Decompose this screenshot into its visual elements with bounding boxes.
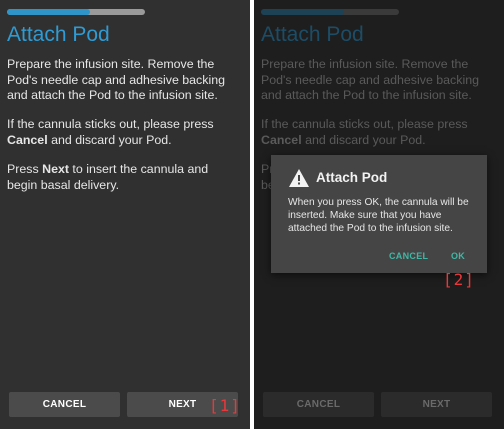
instruction-text: If the cannula sticks out, please press	[261, 117, 468, 131]
progress-bar-fill	[7, 9, 90, 15]
progress-bar	[7, 9, 145, 15]
instruction-text: Press	[7, 162, 43, 176]
dialog-cancel-button[interactable]: CANCEL	[389, 251, 428, 261]
page-title: Attach Pod	[261, 23, 364, 46]
next-button: NEXT	[381, 392, 492, 417]
cancel-button[interactable]: CANCEL	[9, 392, 120, 417]
instruction-bold: Next	[42, 162, 69, 176]
instruction-text: and discard your Pod.	[301, 132, 426, 147]
instruction-paragraph-2: If the cannula sticks out, please press …	[7, 117, 239, 148]
dialog-ok-button[interactable]: OK	[451, 251, 465, 261]
annotation-marker-2: [2]	[443, 270, 475, 289]
dialog-message: When you press OK, the cannula will be i…	[288, 197, 469, 234]
instruction-paragraph-2: If the cannula sticks out, please press …	[261, 117, 493, 148]
warning-icon	[289, 169, 309, 187]
instruction-paragraph-1: Prepare the infusion site. Remove the Po…	[7, 57, 225, 102]
instruction-text: If the cannula sticks out, please press	[7, 117, 214, 131]
progress-bar-fill	[261, 9, 344, 15]
instruction-bold: Cancel	[261, 132, 302, 147]
attach-pod-screen: Attach Pod Prepare the infusion site. Re…	[0, 0, 250, 429]
instruction-paragraph-1: Prepare the infusion site. Remove the Po…	[261, 57, 479, 102]
attach-pod-dialog: Attach Pod When you press OK, the cannul…	[271, 155, 487, 273]
instruction-bold: Cancel	[7, 132, 48, 147]
instruction-text: and discard your Pod.	[47, 132, 172, 147]
progress-bar	[261, 9, 399, 15]
annotation-marker-1: [1]	[209, 396, 241, 415]
dialog-title: Attach Pod	[316, 170, 388, 185]
instruction-paragraph-3: Press Next to insert the cannula and beg…	[7, 162, 239, 193]
page-title: Attach Pod	[7, 23, 110, 46]
cancel-button: CANCEL	[263, 392, 374, 417]
